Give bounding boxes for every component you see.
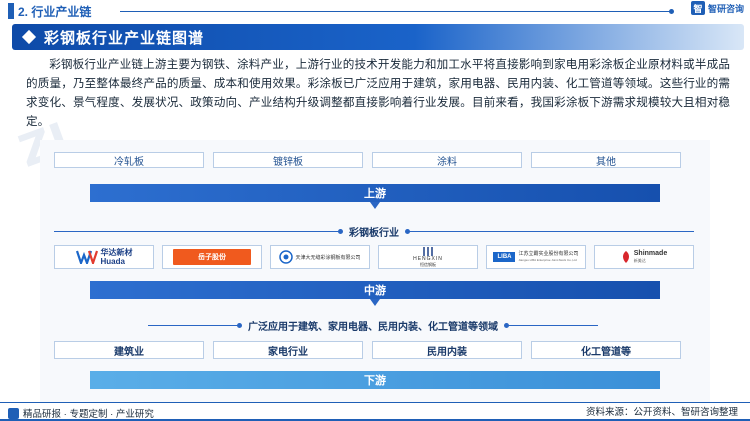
downstream-row: 建筑业 家电行业 民用内装 化工管道等: [54, 341, 681, 359]
header-line: [148, 322, 242, 328]
logo-sub: 恒信钢板: [420, 261, 436, 267]
downstream-item: 家电行业: [213, 341, 363, 359]
downstream-header: 广泛应用于建筑、家用电器、民用内装、化工管道等领域: [148, 319, 598, 333]
company-logo-hengxin: HENGXIN 恒信钢板: [378, 245, 478, 269]
source-note: 资料来源：公开资料、智研咨询整理: [585, 407, 738, 418]
tianjin-mark-icon: [279, 250, 294, 264]
footer-rule: [0, 402, 750, 403]
industry-chain-panel: [40, 140, 710, 402]
logo-name: 岳子股份: [198, 254, 226, 261]
company-logo-shinmade: Shinmade 新美达: [594, 245, 694, 269]
upstream-item: 冷轧板: [54, 152, 204, 168]
upstream-item: 镀锌板: [213, 152, 363, 168]
upstream-bar: 上游: [90, 184, 660, 202]
arrow-down-icon: [370, 202, 380, 209]
footer-tagline: 精品研报 · 专题定制 · 产业研究: [8, 406, 154, 420]
company-logo-tianjin: 天津大无缝彩涂钢板有限公司: [270, 245, 370, 269]
upstream-item: 其他: [531, 152, 681, 168]
midstream-header: 彩钢板行业: [54, 225, 694, 239]
logo-name: Shinmade: [633, 250, 668, 257]
arrow-down-icon: [370, 299, 380, 306]
downstream-item: 建筑业: [54, 341, 204, 359]
logo-sub: Huada: [100, 257, 125, 266]
shinmade-mark-icon: [622, 251, 629, 263]
downstream-header-text: 广泛应用于建筑、家用电器、民用内装、化工管道等领域: [248, 321, 498, 333]
logo-name: 华达新材: [100, 248, 133, 257]
downstream-bar: 下游: [90, 371, 660, 389]
footer-logo-icon: [8, 407, 19, 419]
header-line: [504, 322, 598, 328]
downstream-item: 化工管道等: [531, 341, 681, 359]
company-logo-liba: LIBA 江苏立霸实业股份有限公司 Jiangsu LIBA Enterpris…: [486, 245, 586, 269]
header-rule: [120, 9, 674, 14]
diamond-icon: [21, 29, 37, 45]
brand-icon: 智: [690, 1, 705, 15]
header-line: [405, 228, 694, 234]
footer-tagline-text: 精品研报 · 专题定制 · 产业研究: [23, 409, 154, 420]
title-bar: 彩钢板行业产业链图谱: [12, 24, 744, 50]
brand-name: 智研咨询: [707, 3, 744, 14]
intro-paragraph: 彩钢板行业产业链上游主要为钢铁、涂料产业，上游行业的技术开发能力和加工水平将直接…: [26, 58, 730, 128]
company-logo-yuezi: 岳子股份: [162, 245, 262, 269]
midstream-bar: 中游: [90, 281, 660, 299]
huada-mark-icon: [75, 250, 98, 264]
midstream-header-text: 彩钢板行业: [349, 227, 399, 239]
upstream-row: 冷轧板 镀锌板 涂料 其他: [54, 152, 681, 168]
hengxin-mark-icon: [423, 246, 433, 256]
logo-sub: 新美达: [633, 258, 646, 263]
header-line: [54, 228, 343, 234]
page-title: 彩钢板行业产业链图谱: [44, 29, 205, 47]
upstream-item: 涂料: [372, 152, 522, 168]
midstream-logo-row: 华达新材 Huada 岳子股份 天津大无缝彩涂钢板有限公司 HENGXIN 恒信…: [54, 245, 694, 269]
logo-name: 天津大无缝彩涂钢板有限公司: [295, 254, 361, 261]
section-label: 2. 行业产业链: [18, 4, 92, 19]
section-tag: 2. 行业产业链: [0, 2, 91, 20]
liba-mark-icon: LIBA: [493, 252, 516, 262]
brand-logo: 智 智研咨询: [690, 1, 744, 15]
company-logo-huada: 华达新材 Huada: [54, 245, 154, 269]
section-marker: [8, 3, 14, 19]
logo-sub: Jiangsu LIBA Enterprise Joint-Stock Co.,…: [518, 258, 577, 262]
downstream-item: 民用内装: [372, 341, 522, 359]
